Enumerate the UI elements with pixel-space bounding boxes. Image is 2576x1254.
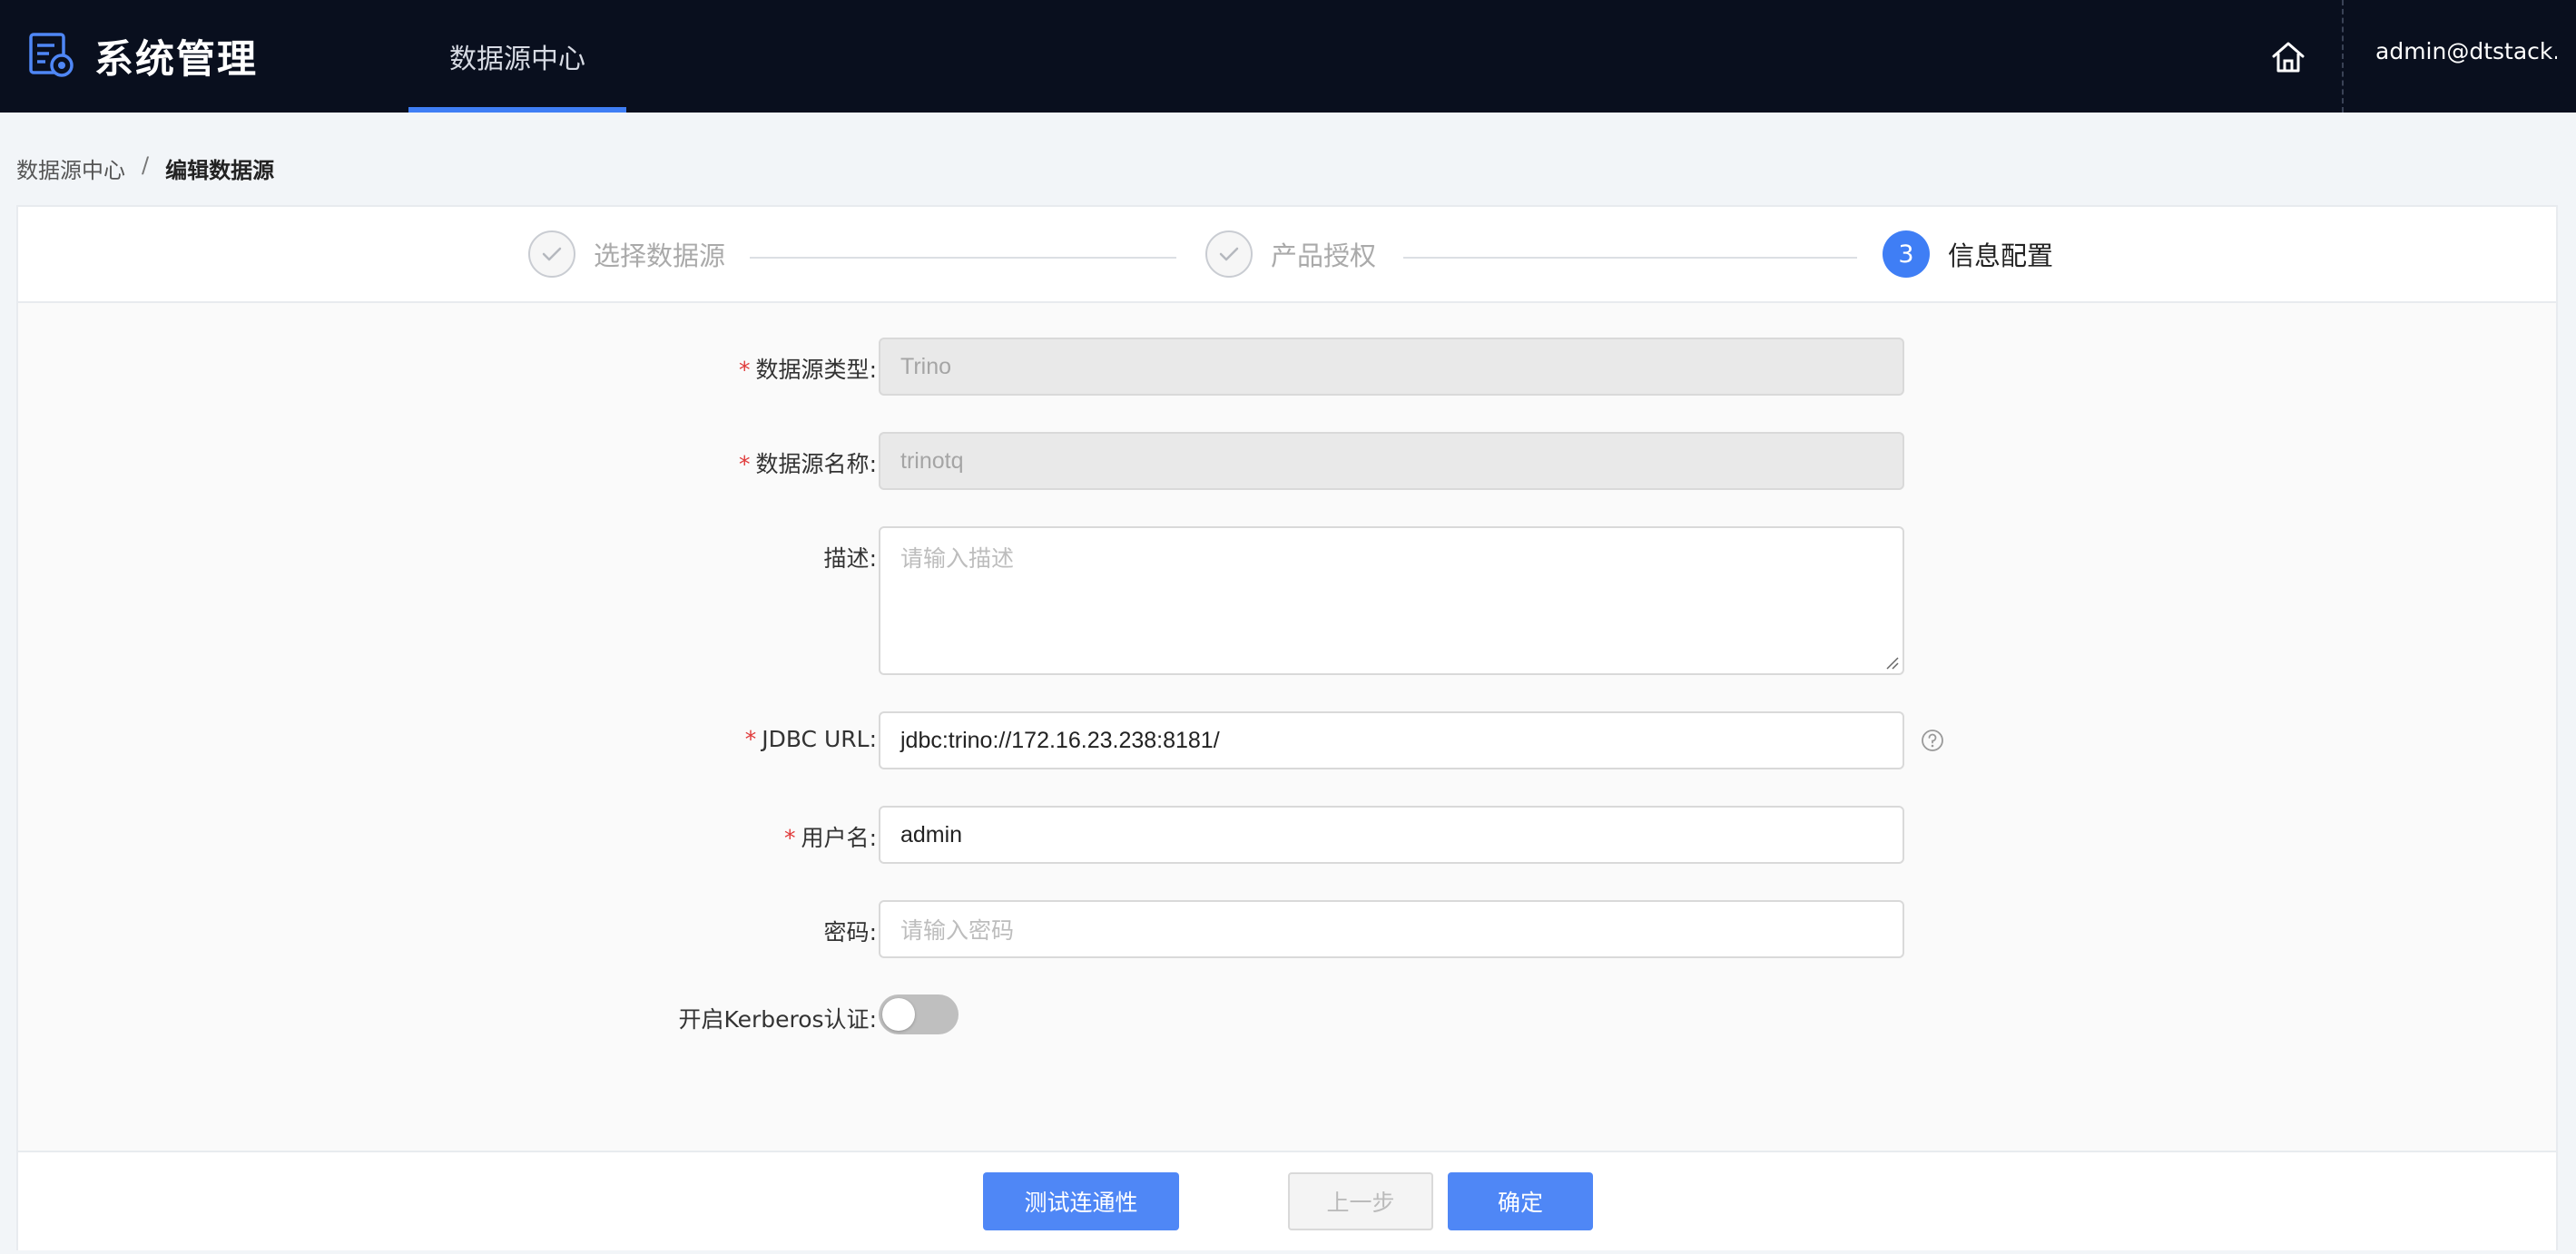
step-label: 产品授权 bbox=[1271, 240, 1377, 271]
required-marker: * bbox=[784, 825, 796, 851]
step-product-auth: 产品授权 bbox=[1205, 229, 1376, 279]
datasource-name-field: trinotq bbox=[879, 432, 1904, 490]
kerberos-toggle[interactable] bbox=[879, 994, 959, 1034]
nav-tab-label: 数据源中心 bbox=[449, 44, 585, 75]
form-label: * 用户名: bbox=[784, 825, 877, 851]
step-select-datasource: 选择数据源 bbox=[528, 229, 725, 279]
check-icon bbox=[542, 247, 562, 261]
check-icon bbox=[1219, 247, 1239, 261]
nav-divider bbox=[2342, 0, 2344, 113]
nav-tab-active-indicator bbox=[408, 107, 626, 113]
breadcrumb: 数据源中心 / 编辑数据源 bbox=[16, 152, 274, 184]
form-label: * JDBC URL: bbox=[744, 726, 877, 752]
step-label: 选择数据源 bbox=[594, 240, 726, 271]
steps-bar: 选择数据源 产品授权 3 信息配置 bbox=[18, 207, 2556, 303]
required-marker: * bbox=[739, 357, 751, 383]
step-done-circle bbox=[528, 230, 575, 278]
password-placeholder: 请输入密码 bbox=[900, 918, 1015, 944]
breadcrumb-link-datasource-center[interactable]: 数据源中心 bbox=[16, 152, 125, 184]
step-active-circle: 3 bbox=[1883, 230, 1930, 278]
form-label: 开启Kerberos认证: bbox=[678, 1006, 877, 1033]
settings-app-icon bbox=[29, 33, 74, 77]
password-input[interactable]: 请输入密码 bbox=[879, 900, 1904, 958]
description-placeholder: 请输入描述 bbox=[900, 545, 1015, 572]
step-connector bbox=[1403, 257, 1857, 259]
help-icon[interactable] bbox=[1921, 729, 1944, 752]
required-marker: * bbox=[739, 451, 751, 477]
breadcrumb-current: 编辑数据源 bbox=[165, 158, 275, 183]
toggle-knob bbox=[882, 998, 915, 1031]
step-done-circle bbox=[1205, 230, 1253, 278]
step-label: 信息配置 bbox=[1948, 240, 2054, 271]
brand[interactable]: 系统管理 bbox=[27, 25, 258, 87]
step-connector bbox=[750, 257, 1176, 259]
edit-datasource-card: 选择数据源 产品授权 3 信息配置 * 数据源类型: Trino * 数据源名称: … bbox=[16, 205, 2558, 1250]
breadcrumb-separator: / bbox=[142, 152, 150, 178]
form-label: 描述: bbox=[823, 545, 877, 572]
previous-step-button[interactable]: 上一步 bbox=[1288, 1172, 1433, 1230]
step-info-config: 3 信息配置 bbox=[1883, 229, 2053, 279]
confirm-button[interactable]: 确定 bbox=[1448, 1172, 1593, 1230]
top-nav-bar: 系统管理 数据源中心 admin@dtstack.... bbox=[0, 0, 2576, 113]
home-icon[interactable] bbox=[2269, 38, 2307, 76]
user-account-menu[interactable]: admin@dtstack.... bbox=[2375, 38, 2557, 64]
test-connection-button[interactable]: 测试连通性 bbox=[983, 1172, 1179, 1230]
datasource-type-field: Trino bbox=[879, 338, 1904, 396]
form-label: * 数据源类型: bbox=[739, 357, 877, 383]
jdbc-url-input[interactable]: jdbc:trino://172.16.23.238:8181/ bbox=[879, 711, 1904, 769]
nav-tab-datasource-center[interactable]: 数据源中心 bbox=[408, 0, 626, 113]
resize-grip-icon[interactable] bbox=[1884, 655, 1899, 670]
username-input[interactable]: admin bbox=[879, 806, 1904, 864]
app-title: 系统管理 bbox=[94, 37, 258, 83]
required-marker: * bbox=[744, 726, 757, 752]
description-textarea[interactable]: 请输入描述 bbox=[879, 526, 1904, 675]
form-label: 密码: bbox=[823, 919, 877, 945]
form-footer: 测试连通性 上一步 确定 bbox=[18, 1151, 2556, 1250]
form-label: * 数据源名称: bbox=[739, 451, 877, 477]
